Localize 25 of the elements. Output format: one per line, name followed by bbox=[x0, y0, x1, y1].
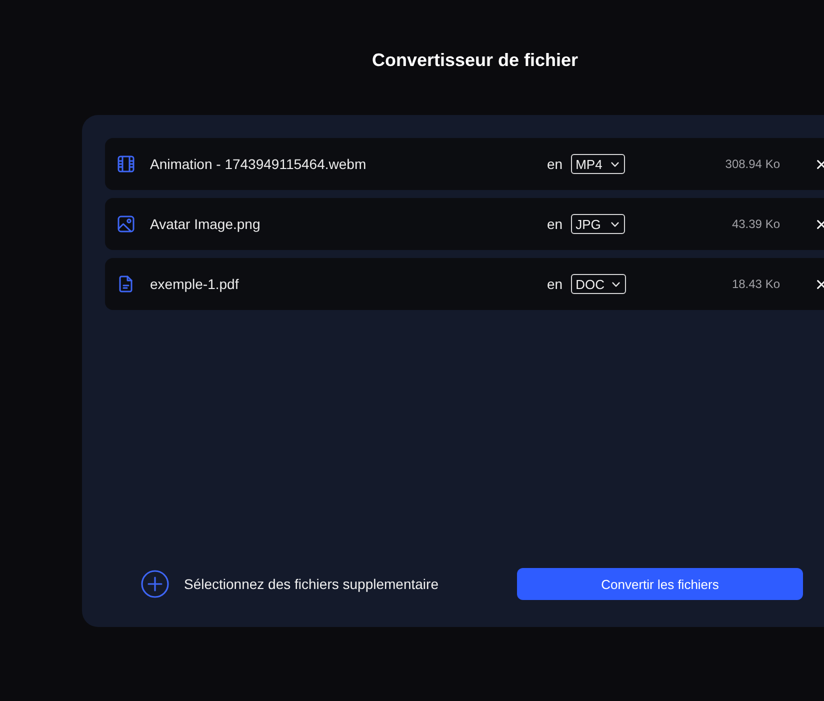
page-title: Convertisseur de fichier bbox=[372, 49, 578, 72]
film-icon bbox=[117, 155, 135, 173]
add-files-label[interactable]: Sélectionnez des fichiers supplementaire bbox=[184, 576, 438, 592]
document-icon bbox=[117, 275, 135, 293]
file-size: 308.94 Ko bbox=[724, 157, 780, 171]
format-dropdown[interactable]: DOC bbox=[570, 274, 626, 294]
file-name: Animation - 1743949115464.webm bbox=[150, 156, 368, 172]
image-icon bbox=[117, 215, 135, 233]
format-dropdown[interactable]: MP4 bbox=[570, 154, 625, 174]
file-size: 43.39 Ko bbox=[730, 217, 780, 231]
format-dropdown[interactable]: JPG bbox=[570, 214, 625, 234]
format-prefix: en bbox=[547, 276, 563, 292]
format-prefix: en bbox=[547, 216, 563, 232]
file-name: exemple-1.pdf bbox=[150, 276, 240, 292]
chevron-down-icon bbox=[610, 222, 619, 226]
chevron-down-icon bbox=[612, 282, 620, 286]
convert-button[interactable]: Convertir les fichiers bbox=[517, 568, 803, 600]
chevron-down-icon bbox=[610, 162, 619, 166]
format-prefix: en bbox=[547, 156, 563, 172]
add-icon[interactable] bbox=[141, 570, 169, 598]
close-icon[interactable] bbox=[817, 160, 824, 168]
close-icon[interactable] bbox=[817, 220, 824, 228]
file-size: 18.43 Ko bbox=[730, 277, 780, 291]
close-icon[interactable] bbox=[817, 280, 824, 288]
file-name: Avatar Image.png bbox=[150, 216, 262, 232]
